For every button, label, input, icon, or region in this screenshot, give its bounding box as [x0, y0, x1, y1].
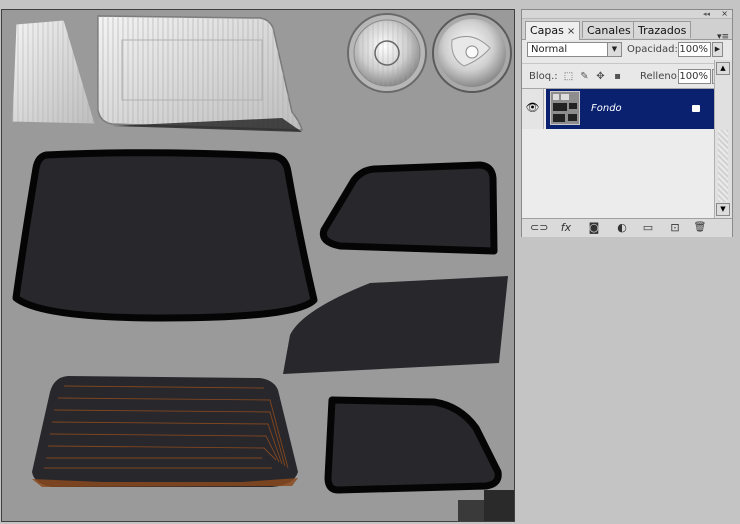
- round-headlight-right: [432, 13, 512, 93]
- scroll-down-icon[interactable]: ▼: [716, 203, 730, 216]
- layer-lock-icon: [692, 105, 700, 112]
- blend-mode-select[interactable]: Normal ▼: [527, 42, 622, 57]
- windshield: [12, 149, 318, 322]
- lock-all-icon[interactable]: ▪: [612, 71, 623, 82]
- opacity-slider-arrow-icon[interactable]: ▶: [712, 42, 723, 57]
- dark-swatch-a: [458, 500, 488, 521]
- trash-icon[interactable]: 🗑: [692, 221, 708, 235]
- close-panel-icon[interactable]: ×: [721, 10, 728, 18]
- quarter-window-upper: [319, 161, 498, 255]
- layer-thumbnail: [550, 91, 580, 125]
- collapse-icon[interactable]: ◂◂: [703, 11, 710, 18]
- new-layer-icon[interactable]: ⊡: [667, 221, 683, 235]
- layer-row[interactable]: 👁 Fondo: [522, 89, 714, 129]
- lock-position-icon[interactable]: ✥: [595, 71, 606, 82]
- tab-trazados[interactable]: Trazados: [633, 21, 692, 38]
- opacity-label: Opacidad:: [627, 44, 678, 55]
- adjustment-icon[interactable]: ◐: [614, 221, 630, 235]
- folder-icon[interactable]: ▭: [640, 221, 656, 235]
- dark-swatch-b: [484, 490, 514, 521]
- layers-panel: ◂◂ × Capas × Canales Trazados ▾≡ Normal ▼…: [521, 9, 733, 237]
- layer-name: Fondo: [591, 103, 622, 114]
- layer-selected[interactable]: Fondo: [546, 89, 714, 129]
- quarter-window-lower: [324, 396, 502, 494]
- fill-label: Relleno:: [640, 71, 681, 82]
- headlight-lens: [97, 15, 303, 132]
- divider: [522, 63, 732, 64]
- tab-close-icon[interactable]: ×: [567, 26, 575, 37]
- blend-mode-value: Normal: [531, 44, 568, 55]
- scroll-up-icon[interactable]: ▲: [716, 62, 730, 75]
- layers-list: 👁 Fondo: [522, 88, 714, 219]
- chevron-down-icon[interactable]: ▼: [607, 43, 621, 56]
- blend-row: Normal ▼ Opacidad: 100% ▶: [522, 40, 732, 62]
- tab-trazados-label: Trazados: [638, 24, 687, 37]
- eye-visibility-icon[interactable]: 👁: [522, 89, 544, 129]
- panel-bottom-toolbar: ⊂⊃ fx ◙ ◐ ▭ ⊡ 🗑: [522, 218, 732, 237]
- rear-window: [32, 376, 298, 487]
- panel-tabs: Capas × Canales Trazados ▾≡: [522, 19, 732, 42]
- door-window: [283, 276, 508, 374]
- texture-artwork: [11, 13, 514, 521]
- indicator-lens: [11, 19, 96, 125]
- round-headlight-left: [347, 13, 427, 93]
- lock-pixels-icon[interactable]: ✎: [579, 71, 590, 82]
- mask-icon[interactable]: ◙: [586, 221, 602, 235]
- link-icon[interactable]: ⊂⊃: [530, 221, 548, 235]
- lock-label: Bloq.:: [529, 71, 558, 82]
- opacity-field[interactable]: 100%: [678, 42, 711, 57]
- tab-capas[interactable]: Capas ×: [525, 21, 581, 40]
- scroll-track[interactable]: [718, 130, 728, 202]
- lock-transparency-icon[interactable]: ⬚: [563, 71, 574, 82]
- layers-scrollbar[interactable]: ▲ ▼: [714, 60, 732, 218]
- tab-capas-label: Capas: [530, 24, 564, 37]
- panel-titlebar[interactable]: ◂◂ ×: [522, 10, 732, 19]
- tab-canales-label: Canales: [587, 24, 631, 37]
- fill-field[interactable]: 100%: [678, 69, 711, 84]
- tab-canales[interactable]: Canales: [582, 21, 636, 38]
- document-canvas[interactable]: [1, 9, 515, 522]
- fx-icon[interactable]: fx: [558, 221, 574, 235]
